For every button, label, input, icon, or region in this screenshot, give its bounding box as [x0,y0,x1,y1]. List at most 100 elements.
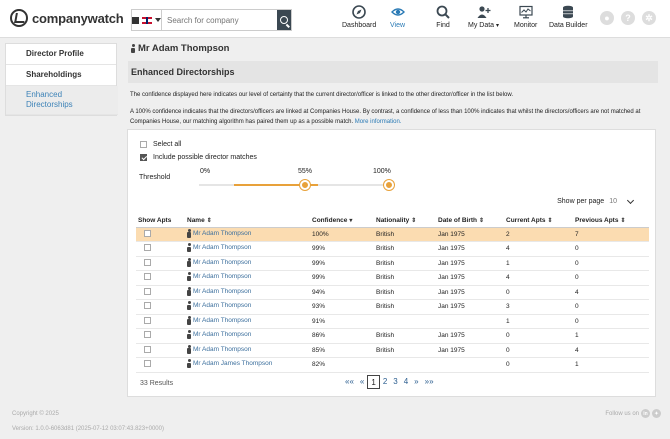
dob-cell: Jan 1975 [436,256,504,271]
search-input[interactable] [162,10,277,30]
dob-cell: Jan 1975 [436,285,504,300]
col-current-apts[interactable]: Current Apts ⇕ [504,215,573,228]
previous-apts-cell: 7 [573,227,649,242]
table-row[interactable]: Mr Adam Thompson 86% British Jan 1975 0 1 [136,328,649,344]
current-apts-cell: 0 [504,357,573,373]
eye-icon [390,8,405,16]
show-apts-checkbox[interactable] [144,273,151,281]
confidence-paragraph: A 100% confidence indicates that the dir… [130,107,660,127]
logo[interactable]: companywatch [10,9,124,27]
director-link[interactable]: Mr Adam Thompson [187,344,252,354]
threshold-min-handle[interactable] [300,180,310,190]
director-link[interactable]: Mr Adam Thompson [187,315,251,325]
director-link[interactable]: Mr Adam Thompson [187,243,251,253]
show-apts-checkbox[interactable] [144,229,151,237]
directorships-panel: Select all Include possible director mat… [127,129,656,397]
page-4[interactable]: 4 [401,375,411,389]
table-row[interactable]: Mr Adam Thompson 93% British Jan 1975 3 0 [136,299,649,315]
include-matches-checkbox[interactable] [140,154,147,161]
nationality-cell [374,314,436,329]
col-previous-apts[interactable]: Previous Apts ⇕ [573,215,649,228]
table-row[interactable]: Mr Adam Thompson 99% British Jan 1975 4 0 [136,270,649,286]
select-all-row[interactable]: Select all [140,141,181,148]
director-link[interactable]: Mr Adam Thompson [187,330,251,340]
nav-my-data[interactable]: My Data ▾ [468,5,499,35]
name-cell: Mr Adam Thompson [185,241,310,257]
confidence-cell: 85% [310,343,374,358]
table-row[interactable]: Mr Adam Thompson 94% British Jan 1975 0 4 [136,285,649,300]
show-apts-checkbox[interactable] [144,244,151,252]
table-row[interactable]: Mr Adam Thompson 91% 1 0 [136,314,649,329]
page-3[interactable]: 3 [390,375,400,389]
show-apts-checkbox[interactable] [144,316,151,324]
page-2[interactable]: 2 [380,375,390,389]
col-name[interactable]: Name ⇕ [185,215,310,228]
director-link[interactable]: Mr Adam Thompson [187,228,251,238]
include-matches-label: Include possible director matches [153,154,257,161]
nav-data-builder[interactable]: Data Builder [549,5,588,35]
more-information-link[interactable]: More information. [355,119,402,125]
twitter-icon[interactable]: ✦ [652,409,661,418]
page-prev[interactable]: « [357,375,367,389]
table-row[interactable]: Mr Adam James Thompson 82% 0 1 [136,357,649,373]
col-dob[interactable]: Date of Birth ⇕ [436,215,504,228]
nationality-cell: British [374,285,436,300]
show-apts-checkbox[interactable] [144,258,151,266]
sidebar-item-shareholdings[interactable]: Shareholdings [6,65,116,86]
show-per-page-value[interactable]: 10 [609,198,617,205]
show-apts-checkbox[interactable] [144,287,151,295]
nationality-cell: British [374,256,436,271]
table-row[interactable]: Mr Adam Thompson 100% British Jan 1975 2 7 [136,227,649,242]
name-cell: Mr Adam Thompson [185,227,310,242]
confidence-cell: 99% [310,241,374,257]
settings-icon[interactable]: ✲ [642,11,656,25]
director-link[interactable]: Mr Adam James Thompson [187,359,272,369]
confidence-cell: 94% [310,285,374,300]
show-apts-checkbox[interactable] [144,302,151,310]
director-link[interactable]: Mr Adam Thompson [187,272,251,282]
nav-find[interactable]: Find [436,5,450,35]
col-nationality[interactable]: Nationality ⇕ [374,215,436,228]
sort-icon: ⇕ [547,218,553,225]
table-row[interactable]: Mr Adam Thompson 85% British Jan 1975 0 4 [136,343,649,358]
director-link[interactable]: Mr Adam Thompson [187,257,251,267]
previous-apts-cell: 4 [573,285,649,300]
person-icon [187,272,191,282]
include-matches-row[interactable]: Include possible director matches [140,154,257,161]
show-apts-checkbox[interactable] [144,331,151,339]
sidebar-item-enhanced-directorships[interactable]: Enhanced Directorships [6,86,118,115]
linkedin-icon[interactable]: in [641,409,650,418]
nav-monitor[interactable]: Monitor [514,5,537,35]
col-label: Date of Birth [438,217,477,225]
threshold-label: Threshold [139,174,171,181]
select-all-checkbox[interactable] [140,141,147,148]
table-row[interactable]: Mr Adam Thompson 99% British Jan 1975 1 0 [136,256,649,271]
current-apts-cell: 0 [504,328,573,344]
page-1[interactable]: 1 [367,375,380,389]
sidebar-item-director-profile[interactable]: Director Profile [6,44,116,65]
page-first[interactable]: «« [342,375,357,389]
page-last[interactable]: »» [422,375,437,389]
threshold-max-handle[interactable] [384,180,394,190]
chevron-down-icon[interactable] [626,196,635,204]
col-confidence[interactable]: Confidence ▾ [310,215,374,228]
caret-down-icon: ▾ [496,23,500,29]
help-icon[interactable]: ? [621,11,635,25]
show-apts-checkbox[interactable] [144,345,151,353]
user-avatar-icon[interactable]: ● [600,11,614,25]
confidence-cell: 93% [310,299,374,315]
pagination: «« « 1 2 3 4 » »» [342,375,437,389]
director-link[interactable]: Mr Adam Thompson [187,286,251,296]
nav-dashboard[interactable]: Dashboard [342,5,376,35]
country-selector[interactable] [132,10,162,30]
show-per-page[interactable]: Show per page 10 [557,196,635,205]
page-next[interactable]: » [411,375,421,389]
previous-apts-cell: 1 [573,357,649,373]
table-header-row: Show Apts Name ⇕ Confidence ▾ Nationality ⇕… [136,215,649,228]
nav-view[interactable]: View [390,5,405,35]
show-apts-checkbox[interactable] [144,360,151,368]
table-row[interactable]: Mr Adam Thompson 99% British Jan 1975 4 0 [136,241,649,257]
director-link[interactable]: Mr Adam Thompson [187,301,251,311]
director-name: Mr Adam Thompson [193,345,252,353]
search-button[interactable] [277,10,291,30]
